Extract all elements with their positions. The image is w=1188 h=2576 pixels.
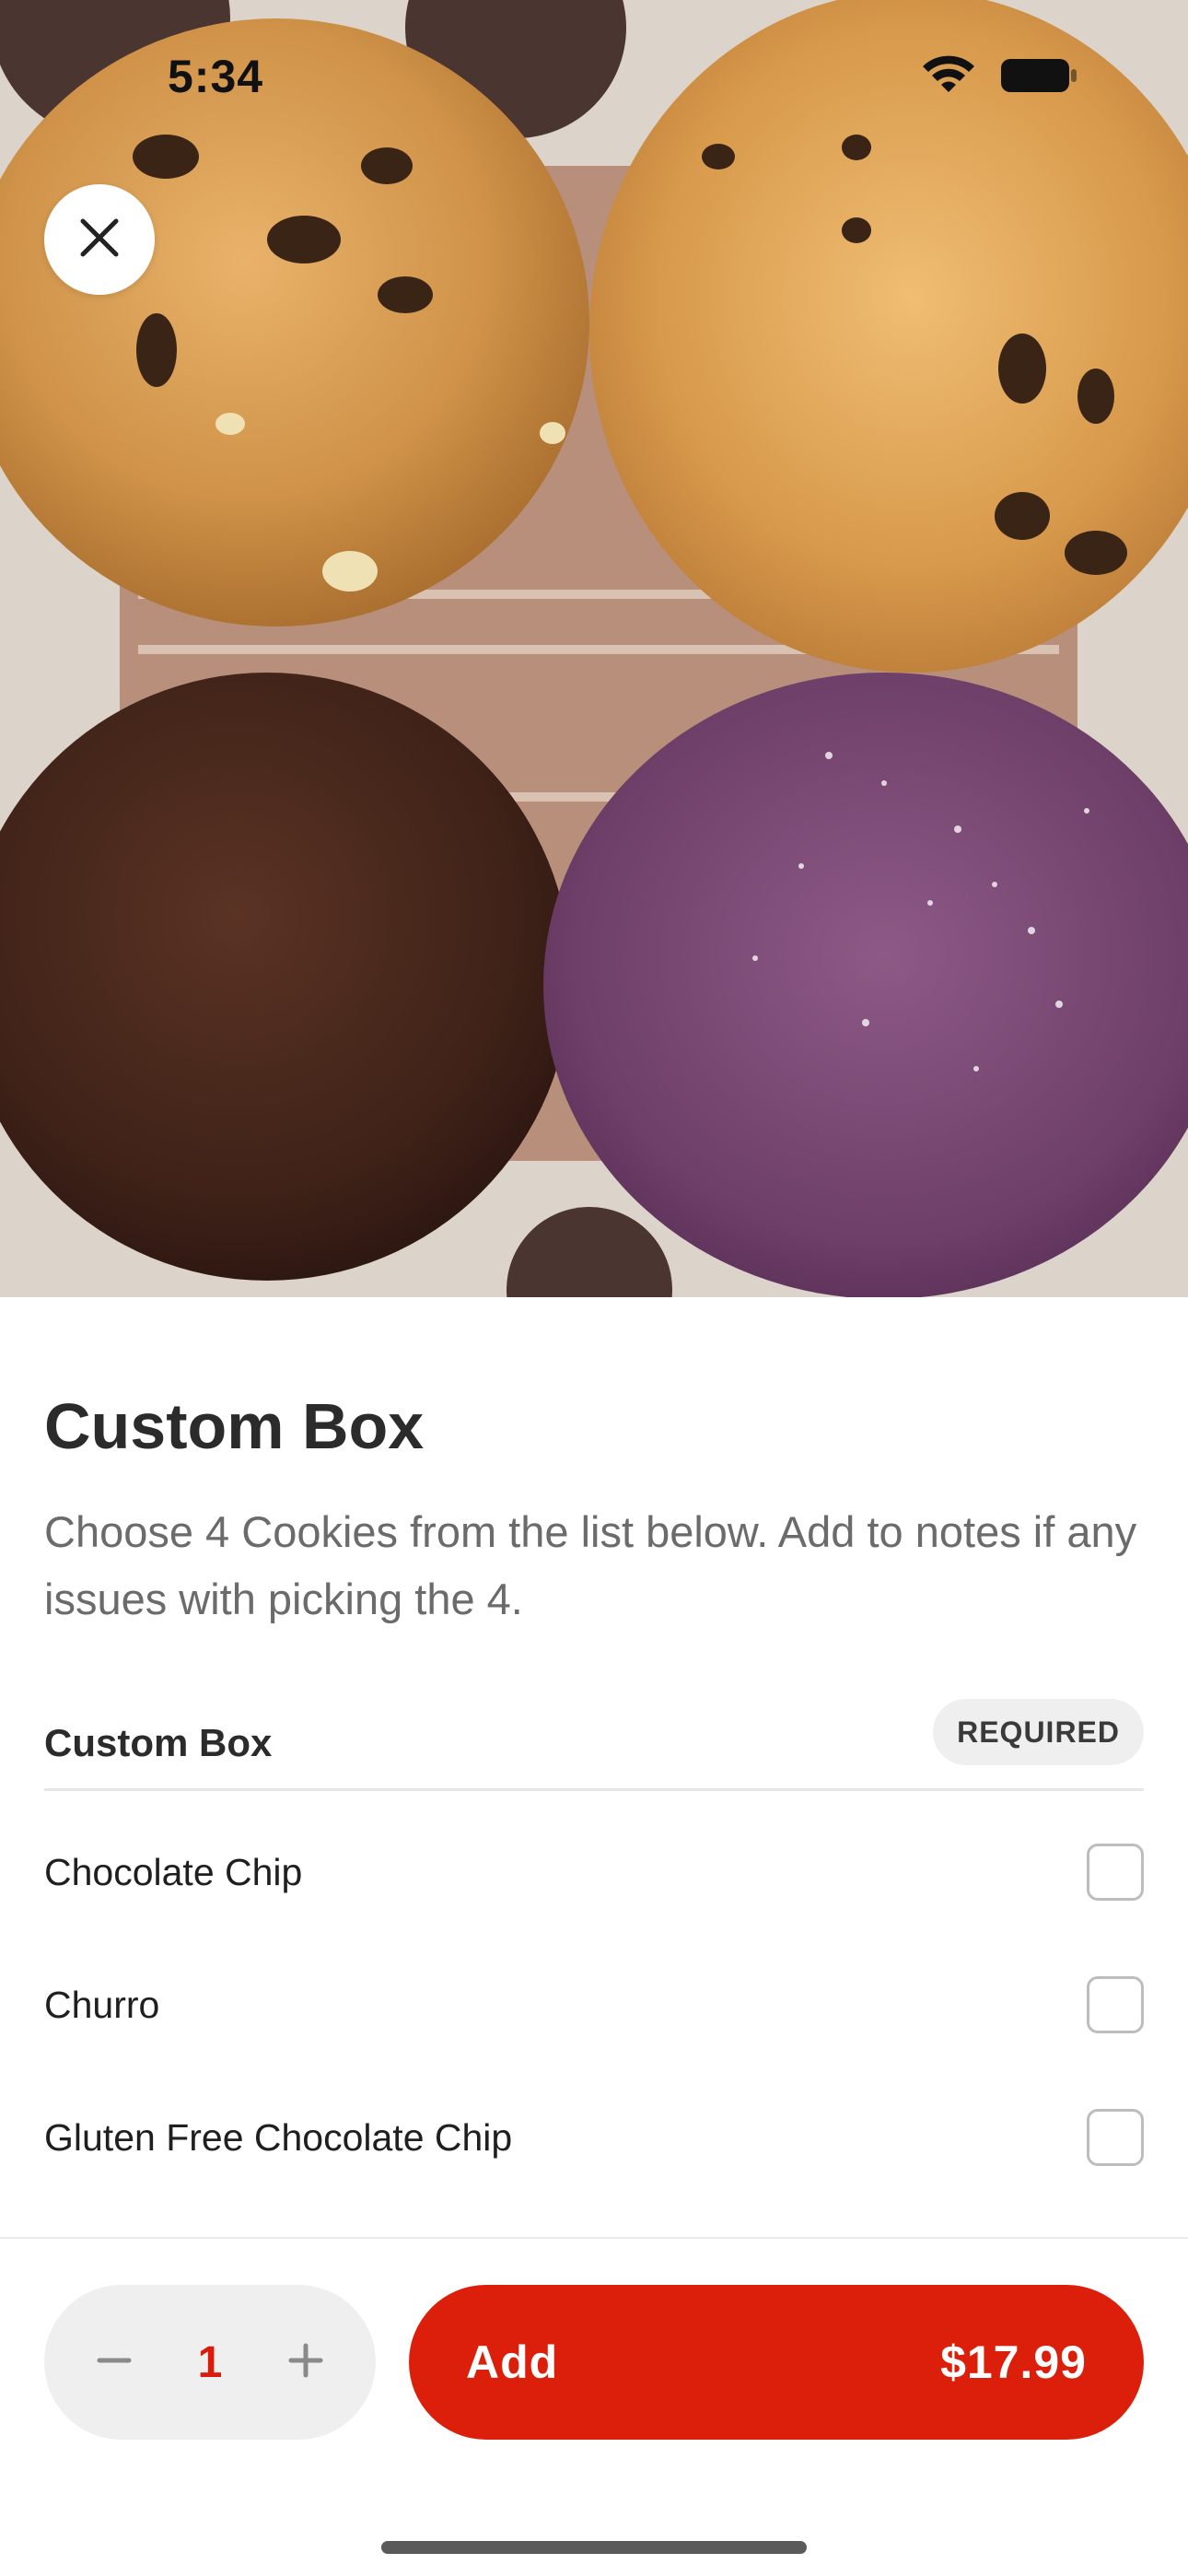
option-row-gluten-free-chocolate-chip[interactable]: Gluten Free Chocolate Chip <box>44 2082 1144 2193</box>
product-image <box>0 0 1188 1297</box>
footer-divider <box>0 2237 1188 2239</box>
add-button-price: $17.99 <box>940 2336 1087 2388</box>
decrement-button[interactable] <box>92 2340 136 2384</box>
close-icon <box>77 216 122 264</box>
close-button[interactable] <box>44 184 155 295</box>
option-label: Gluten Free Chocolate Chip <box>44 2115 513 2159</box>
battery-icon <box>1000 57 1077 99</box>
option-label: Chocolate Chip <box>44 1850 303 1893</box>
wifi-icon <box>921 55 976 100</box>
option-label: Churro <box>44 1983 160 2026</box>
minus-icon <box>96 2342 133 2383</box>
add-to-cart-button[interactable]: Add $17.99 <box>409 2285 1144 2440</box>
cookies-photo <box>0 0 1188 1297</box>
product-description: Choose 4 Cookies from the list below. Ad… <box>44 1507 1137 1623</box>
options-section-header: Custom Box REQUIRED <box>44 1699 1144 1791</box>
increment-button[interactable] <box>284 2340 328 2384</box>
product-detail-screen: 5:34 Custom Box Choose 4 Cookies from th… <box>0 0 1188 2576</box>
option-checkbox[interactable] <box>1087 2109 1144 2166</box>
options-section-title: Custom Box <box>44 1721 273 1764</box>
add-button-label: Add <box>466 2336 559 2388</box>
option-checkbox[interactable] <box>1087 1976 1144 2033</box>
plus-icon <box>287 2342 324 2383</box>
option-checkbox[interactable] <box>1087 1844 1144 1901</box>
quantity-stepper: 1 <box>44 2285 376 2440</box>
option-row-churro[interactable]: Churro <box>44 1950 1144 2060</box>
status-time: 5:34 <box>168 51 264 102</box>
quantity-value: 1 <box>197 2337 223 2387</box>
status-icons <box>921 55 1077 100</box>
option-row-chocolate-chip[interactable]: Chocolate Chip <box>44 1817 1144 1927</box>
home-indicator <box>381 2541 807 2554</box>
product-title: Custom Box <box>44 1390 425 1462</box>
required-badge: REQUIRED <box>933 1699 1144 1765</box>
